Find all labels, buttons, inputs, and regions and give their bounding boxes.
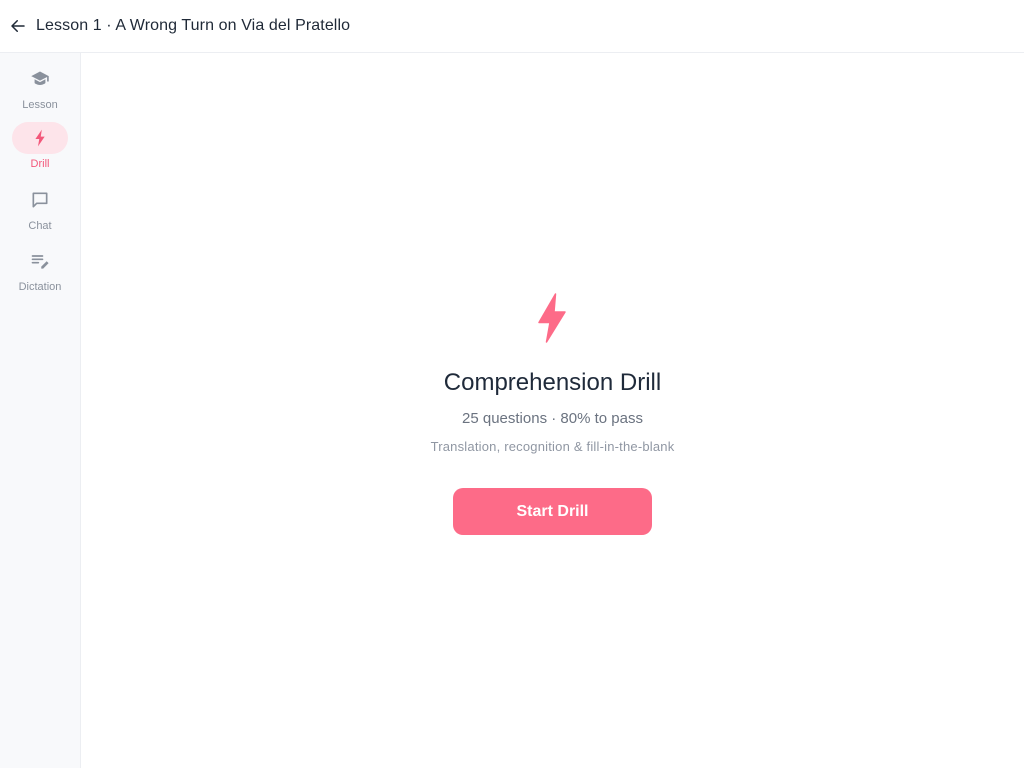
lightning-bolt-icon — [538, 293, 566, 343]
top-bar: Lesson 1 · A Wrong Turn on Via del Prate… — [0, 0, 1024, 53]
sidebar-nav: Lesson Drill Chat Dictation — [0, 53, 81, 768]
drill-subtitle: Translation, recognition & fill-in-the-b… — [430, 439, 675, 454]
sidebar-item-drill[interactable]: Drill — [0, 122, 80, 178]
back-button[interactable] — [8, 16, 28, 36]
sidebar-item-dictation[interactable]: Dictation — [0, 245, 80, 301]
lightning-bolt-icon — [35, 129, 45, 147]
sidebar-item-lesson[interactable]: Lesson — [0, 63, 80, 119]
sidebar-item-label: Drill — [30, 158, 50, 170]
drill-meta: 25 questions · 80% to pass — [462, 410, 643, 427]
sidebar-item-label: Lesson — [22, 99, 58, 111]
sidebar-item-chat[interactable]: Chat — [0, 184, 80, 240]
drill-intro: Comprehension Drill 25 questions · 80% t… — [81, 53, 1024, 768]
sidebar-item-label: Dictation — [18, 281, 62, 293]
sidebar-item-label: Chat — [28, 220, 52, 232]
start-drill-button[interactable]: Start Drill — [453, 488, 652, 535]
chat-bubble-icon — [32, 192, 48, 208]
dictation-edit-icon — [31, 255, 49, 269]
arrow-left-icon — [11, 20, 25, 32]
main-content: Comprehension Drill 25 questions · 80% t… — [81, 53, 1024, 768]
graduation-cap-icon — [31, 71, 49, 85]
drill-title: Comprehension Drill — [443, 369, 662, 396]
lesson-title: Lesson 1 · A Wrong Turn on Via del Prate… — [36, 17, 351, 34]
